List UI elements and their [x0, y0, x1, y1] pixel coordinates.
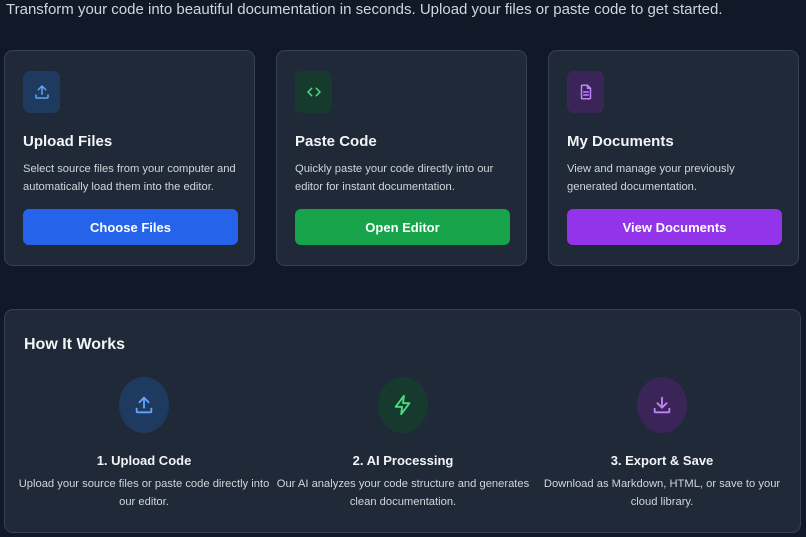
- open-editor-button[interactable]: Open Editor: [295, 209, 510, 245]
- lightning-icon: [378, 377, 428, 433]
- upload-icon: [119, 377, 169, 433]
- code-icon: [295, 71, 332, 113]
- my-documents-card: My Documents View and manage your previo…: [548, 50, 799, 266]
- document-icon: [567, 71, 604, 113]
- step-description: Download as Markdown, HTML, or save to y…: [543, 478, 781, 508]
- card-description: Select source files from your computer a…: [23, 163, 236, 193]
- upload-icon: [23, 71, 60, 113]
- step-upload-code: 1. Upload Code Upload your source files …: [14, 377, 274, 511]
- card-description: Quickly paste your code directly into ou…: [295, 163, 494, 193]
- upload-files-card: Upload Files Select source files from yo…: [4, 50, 255, 266]
- card-title: Upload Files: [23, 133, 113, 150]
- view-documents-button[interactable]: View Documents: [567, 209, 782, 245]
- step-title: 2. AI Processing: [352, 453, 454, 468]
- card-title: My Documents: [567, 133, 674, 150]
- download-icon: [637, 377, 687, 433]
- step-export-save: 3. Export & Save Download as Markdown, H…: [532, 377, 792, 511]
- step-title: 3. Export & Save: [610, 453, 714, 468]
- choose-files-button[interactable]: Choose Files: [23, 209, 238, 245]
- card-description: View and manage your previously generate…: [567, 163, 735, 193]
- step-description: Our AI analyzes your code structure and …: [276, 478, 530, 508]
- paste-code-card: Paste Code Quickly paste your code direc…: [276, 50, 527, 266]
- intro-text: Transform your code into beautiful docum…: [6, 1, 723, 18]
- step-description: Upload your source files or paste code d…: [18, 478, 270, 508]
- step-ai-processing: 2. AI Processing Our AI analyzes your co…: [273, 377, 533, 511]
- how-it-works-section: How It Works 1. Upload Code Upload your …: [4, 309, 801, 533]
- section-heading: How It Works: [24, 336, 126, 353]
- step-title: 1. Upload Code: [96, 453, 192, 468]
- card-title: Paste Code: [295, 133, 377, 150]
